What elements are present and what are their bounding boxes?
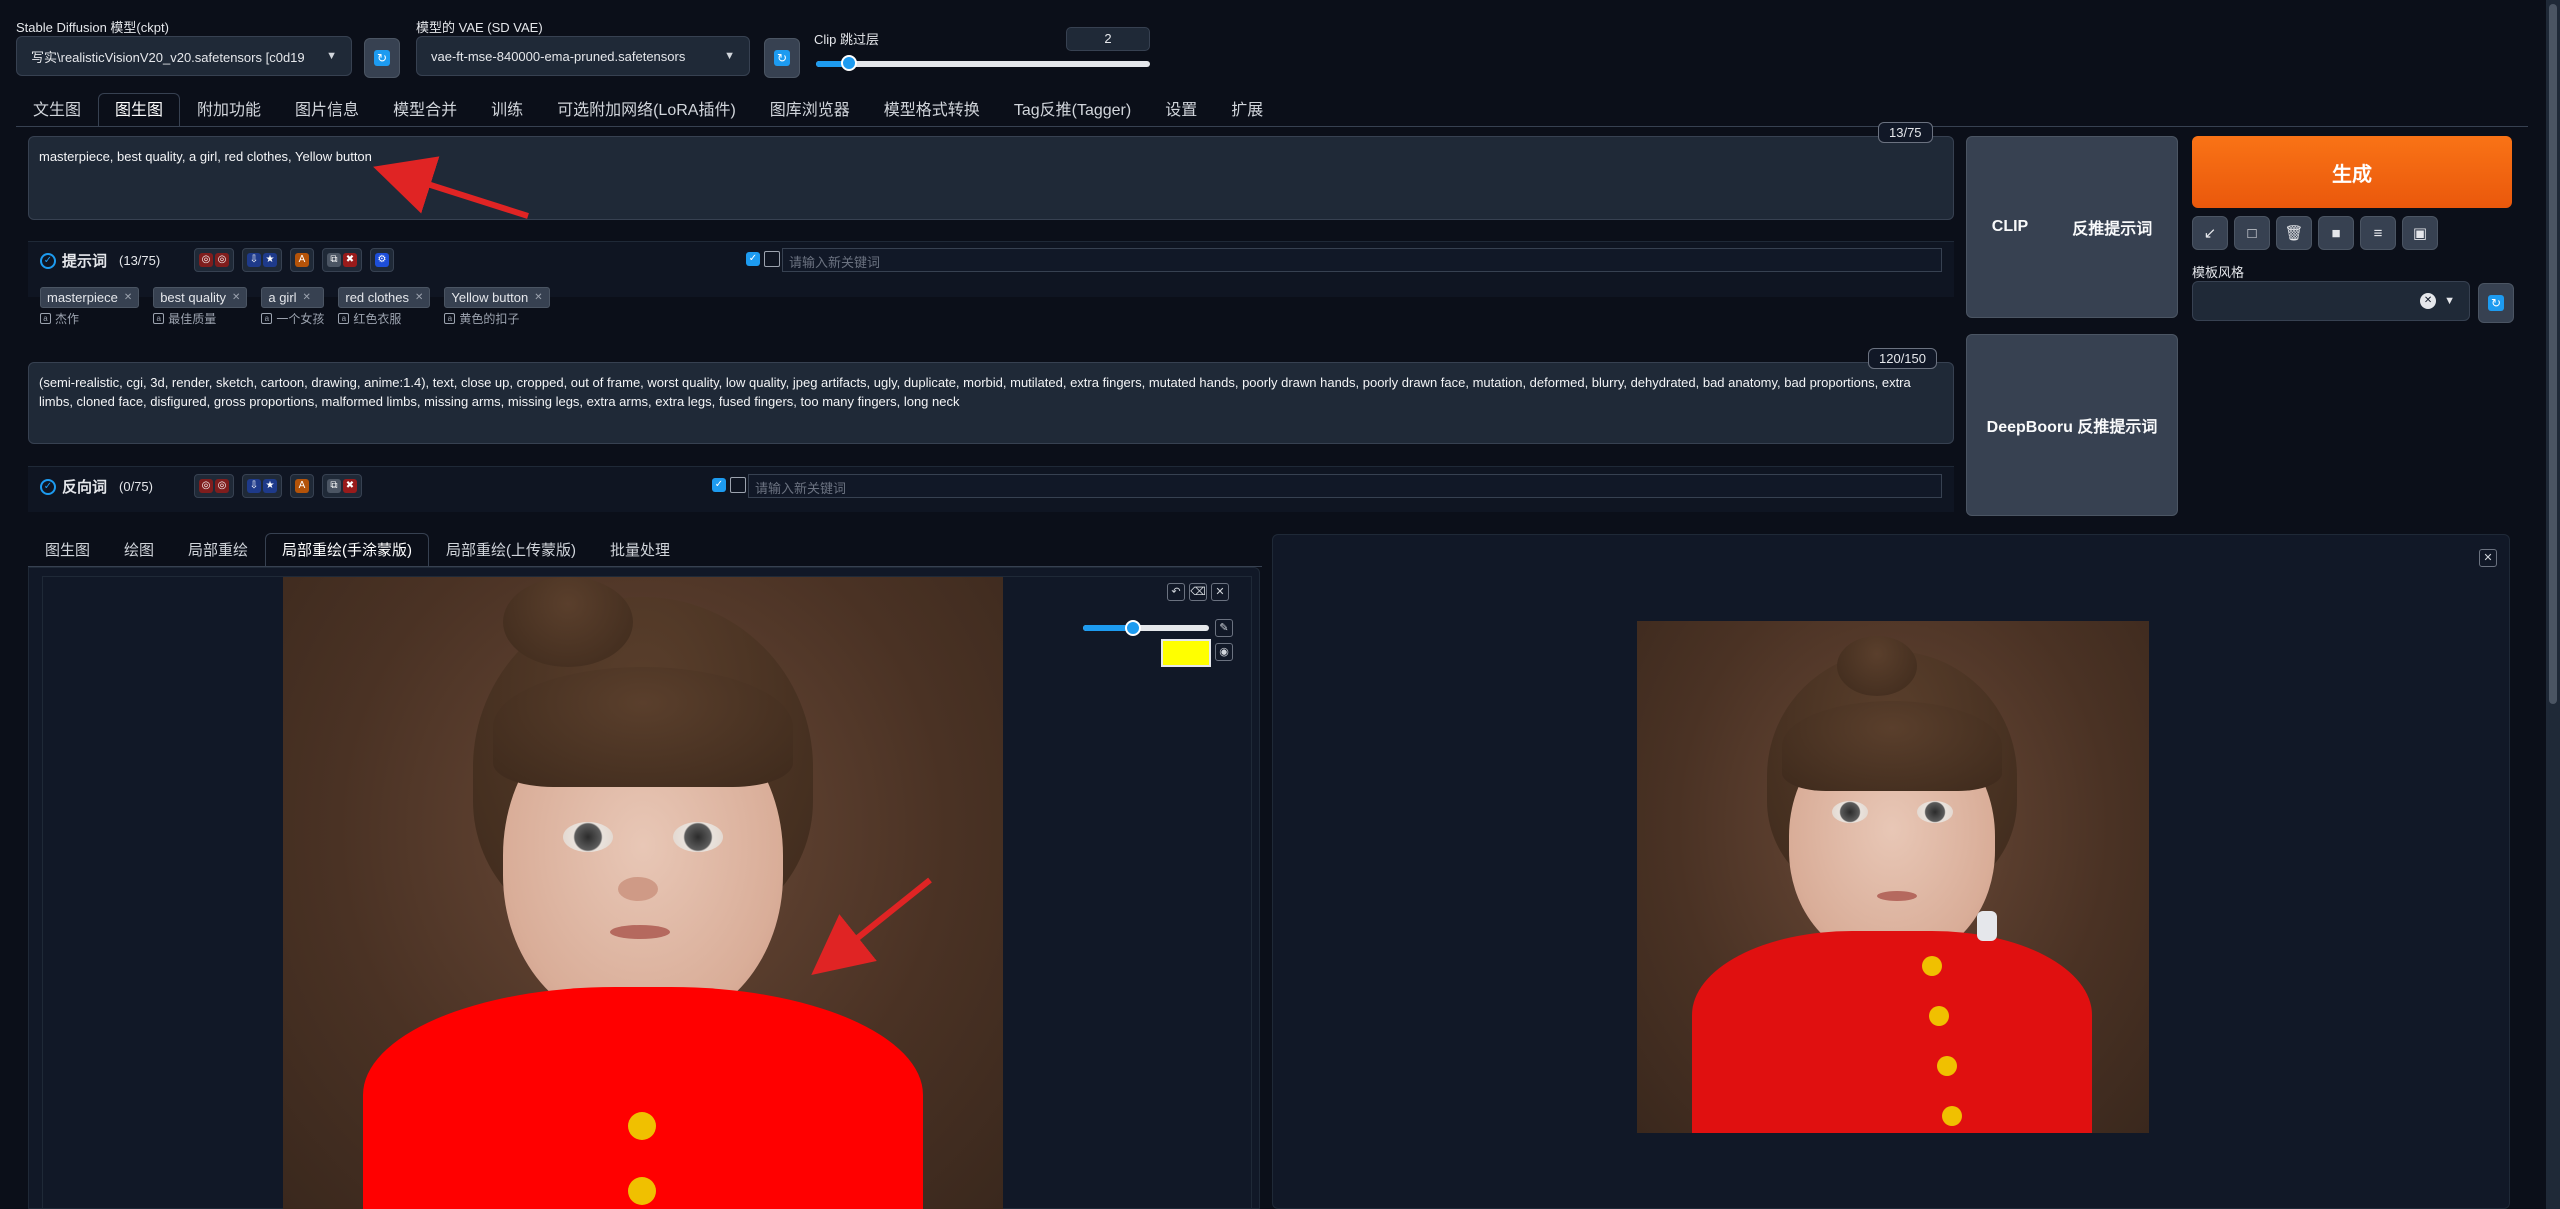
arrow-to-mask (811, 877, 932, 975)
scrollbar-thumb[interactable] (2549, 4, 2557, 704)
arrow-to-prompt (373, 156, 529, 219)
close-icon[interactable]: ✕ (2479, 549, 2497, 567)
output-image[interactable] (1637, 621, 2149, 1133)
negative-token-counter: 120/150 (1868, 348, 1937, 369)
page-scrollbar[interactable] (2546, 0, 2560, 1209)
prompt-token-counter: 13/75 (1878, 122, 1933, 143)
output-gallery: ✕ (1272, 534, 2510, 1209)
